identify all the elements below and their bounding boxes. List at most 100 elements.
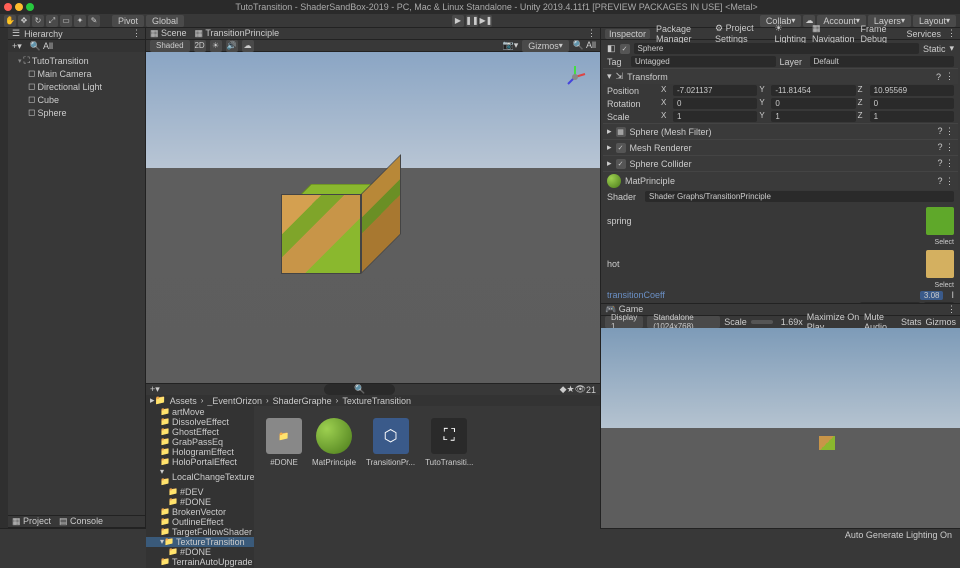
project-tab[interactable]: ▦ Project bbox=[12, 516, 51, 527]
folder-item[interactable]: 📁 GrabPassEq bbox=[146, 437, 254, 447]
hierarchy-item[interactable]: ◻ Cube bbox=[8, 93, 145, 106]
hidden-icon[interactable]: 👁 bbox=[575, 384, 586, 395]
panel-menu-icon[interactable]: ⋮ bbox=[132, 28, 141, 39]
pos-x-field[interactable]: -7.021137 bbox=[673, 85, 757, 96]
close-icon[interactable] bbox=[4, 3, 12, 11]
shaded-dropdown[interactable]: Shaded bbox=[150, 40, 190, 52]
layer-dropdown[interactable]: Default bbox=[810, 56, 955, 67]
maximize-icon[interactable] bbox=[26, 3, 34, 11]
rot-z-field[interactable]: 0 bbox=[870, 98, 954, 109]
mode-2d-toggle[interactable]: 2D bbox=[194, 40, 206, 52]
global-toggle[interactable]: Global bbox=[146, 15, 184, 27]
filter-icon[interactable]: ◆ bbox=[560, 384, 567, 395]
scene-asset[interactable]: ⛶TutoTransiti... bbox=[425, 418, 473, 467]
spring-texture-slot[interactable] bbox=[926, 207, 954, 235]
static-toggle[interactable]: Static bbox=[923, 44, 946, 54]
pos-z-field[interactable]: 10.95569 bbox=[870, 85, 954, 96]
layout-dropdown[interactable]: Layout ▾ bbox=[913, 15, 956, 27]
transform-component[interactable]: ▾⇲ Transform ? ⋮ bbox=[603, 68, 958, 84]
fx-toggle-icon[interactable]: ☁ bbox=[242, 40, 254, 52]
folder-item[interactable]: 📁 HologramEffect bbox=[146, 447, 254, 457]
coeff-label[interactable]: transitionCoeff bbox=[607, 290, 665, 300]
custom-tool-icon[interactable]: ✎ bbox=[88, 15, 100, 27]
hand-tool-icon[interactable]: ✋ bbox=[4, 15, 16, 27]
panel-menu-icon[interactable]: ⋮ bbox=[587, 28, 596, 39]
hierarchy-item[interactable]: ◻ Main Camera bbox=[8, 67, 145, 80]
inspector-tab[interactable]: Inspector bbox=[605, 29, 650, 39]
project-tree[interactable]: 📁 artMove 📁 DissolveEffect 📁 GhostEffect… bbox=[146, 406, 254, 568]
transform-tool-icon[interactable]: ✦ bbox=[74, 15, 86, 27]
search-icon[interactable]: 🔍 All bbox=[573, 40, 596, 51]
lighting-toggle-icon[interactable]: ☀ bbox=[210, 40, 222, 52]
folder-item[interactable]: ▾📁 TextureTransition bbox=[146, 537, 254, 547]
project-grid[interactable]: 📁#DONE MatPrinciple ⬡TransitionPr... ⛶Tu… bbox=[254, 406, 600, 568]
add-icon[interactable]: +▾ bbox=[150, 384, 160, 395]
folder-item[interactable]: 📁 HoloPortalEffect bbox=[146, 457, 254, 467]
resolution-dropdown[interactable]: Standalone (1024x768) bbox=[647, 316, 720, 328]
scale-y-field[interactable]: 1 bbox=[771, 111, 855, 122]
material-header[interactable]: MatPrincipIe ? ⋮ bbox=[603, 171, 958, 190]
step-button[interactable]: ▶❚ bbox=[480, 15, 492, 27]
pos-y-field[interactable]: -11.81454 bbox=[771, 85, 855, 96]
scene-tab[interactable]: ▦ Scene bbox=[150, 28, 187, 39]
stats-toggle[interactable]: Stats bbox=[901, 317, 922, 327]
console-tab[interactable]: ▤ Console bbox=[59, 516, 103, 527]
tag-dropdown[interactable]: Untagged bbox=[631, 56, 776, 67]
pivot-toggle[interactable]: Pivot bbox=[112, 15, 144, 27]
object-name-field[interactable]: Sphere bbox=[634, 43, 919, 54]
game-viewport[interactable] bbox=[601, 328, 960, 528]
component-menu-icon[interactable]: ⋮ bbox=[945, 71, 954, 82]
folder-item[interactable]: 📁 GhostEffect bbox=[146, 427, 254, 437]
audio-toggle-icon[interactable]: 🔊 bbox=[226, 40, 238, 52]
cube-object[interactable] bbox=[281, 177, 396, 292]
search-input[interactable]: 🔍 bbox=[324, 384, 395, 395]
hierarchy-search[interactable]: +▾ 🔍 All bbox=[8, 40, 145, 52]
scale-z-field[interactable]: 1 bbox=[870, 111, 954, 122]
services-tab[interactable]: Services bbox=[906, 29, 941, 39]
coeff-field[interactable]: 3.08 bbox=[920, 291, 944, 300]
scene-root[interactable]: ▾⛶ TutoTransition bbox=[8, 54, 145, 67]
gizmos-dropdown[interactable]: Gizmos ▾ bbox=[522, 40, 569, 52]
help-icon[interactable]: ? bbox=[936, 72, 941, 82]
rotate-tool-icon[interactable]: ↻ bbox=[32, 15, 44, 27]
material-asset[interactable]: MatPrinciple bbox=[312, 418, 356, 467]
folder-item[interactable]: 📁 TargetFollowShader bbox=[146, 527, 254, 537]
folder-item[interactable]: 📁 #DONE bbox=[146, 497, 254, 507]
folder-item[interactable]: 📁 artMove bbox=[146, 407, 254, 417]
hot-texture-slot[interactable] bbox=[926, 250, 954, 278]
scale-x-field[interactable]: 1 bbox=[673, 111, 757, 122]
scale-tool-icon[interactable]: ⤢ bbox=[46, 15, 58, 27]
play-button[interactable]: ▶ bbox=[452, 15, 464, 27]
hierarchy-item[interactable]: ◻ Directional Light bbox=[8, 80, 145, 93]
folder-item[interactable]: 📁 TerrainAutoUpgrade bbox=[146, 557, 254, 567]
mesh-filter-component[interactable]: ▸▦Sphere (Mesh Filter)? ⋮ bbox=[603, 123, 958, 139]
folder-item[interactable]: ▾📁 LocalChangeTexture bbox=[146, 467, 254, 487]
gizmos-toggle[interactable]: Gizmos bbox=[926, 317, 957, 327]
sphere-collider-component[interactable]: ▸✓Sphere Collider? ⋮ bbox=[603, 155, 958, 171]
panel-menu-icon[interactable]: ⋮ bbox=[947, 28, 956, 39]
add-icon[interactable]: +▾ bbox=[12, 41, 22, 52]
folder-item[interactable]: 📁 OutlineEffect bbox=[146, 517, 254, 527]
filter-icon[interactable]: ★ bbox=[566, 384, 574, 395]
select-button[interactable]: Select bbox=[603, 239, 958, 246]
active-checkbox[interactable]: ✓ bbox=[620, 44, 630, 54]
folder-item[interactable]: 📁 #DONE bbox=[146, 547, 254, 557]
scale-slider[interactable] bbox=[751, 320, 773, 324]
panel-menu-icon[interactable]: ⋮ bbox=[947, 304, 956, 315]
folder-item[interactable]: 📁 BrokenVector bbox=[146, 507, 254, 517]
camera-icon[interactable]: 📷▾ bbox=[503, 40, 519, 51]
display-dropdown[interactable]: Display 1 bbox=[605, 316, 643, 328]
scene-viewport[interactable] bbox=[146, 52, 600, 383]
hierarchy-tab[interactable]: ☰ Hierarchy ⋮ bbox=[8, 28, 145, 40]
pause-button[interactable]: ❚❚ bbox=[466, 15, 478, 27]
orientation-gizmo[interactable] bbox=[560, 62, 590, 92]
shader-asset[interactable]: ⬡TransitionPr... bbox=[366, 418, 415, 467]
minimize-icon[interactable] bbox=[15, 3, 23, 11]
shader-dropdown[interactable]: Shader Graphs/TransitionPrinciple bbox=[645, 191, 954, 202]
breadcrumb[interactable]: ▸📁Assets › _EventOrizon › ShaderGraphe ›… bbox=[146, 395, 600, 406]
hierarchy-item[interactable]: ◻ Sphere bbox=[8, 106, 145, 119]
folder-item[interactable]: 📁 #DEV bbox=[146, 487, 254, 497]
move-tool-icon[interactable]: ✥ bbox=[18, 15, 30, 27]
shadergraph-tab[interactable]: ▦ TransitionPrinciple bbox=[195, 28, 280, 39]
rot-y-field[interactable]: 0 bbox=[771, 98, 855, 109]
